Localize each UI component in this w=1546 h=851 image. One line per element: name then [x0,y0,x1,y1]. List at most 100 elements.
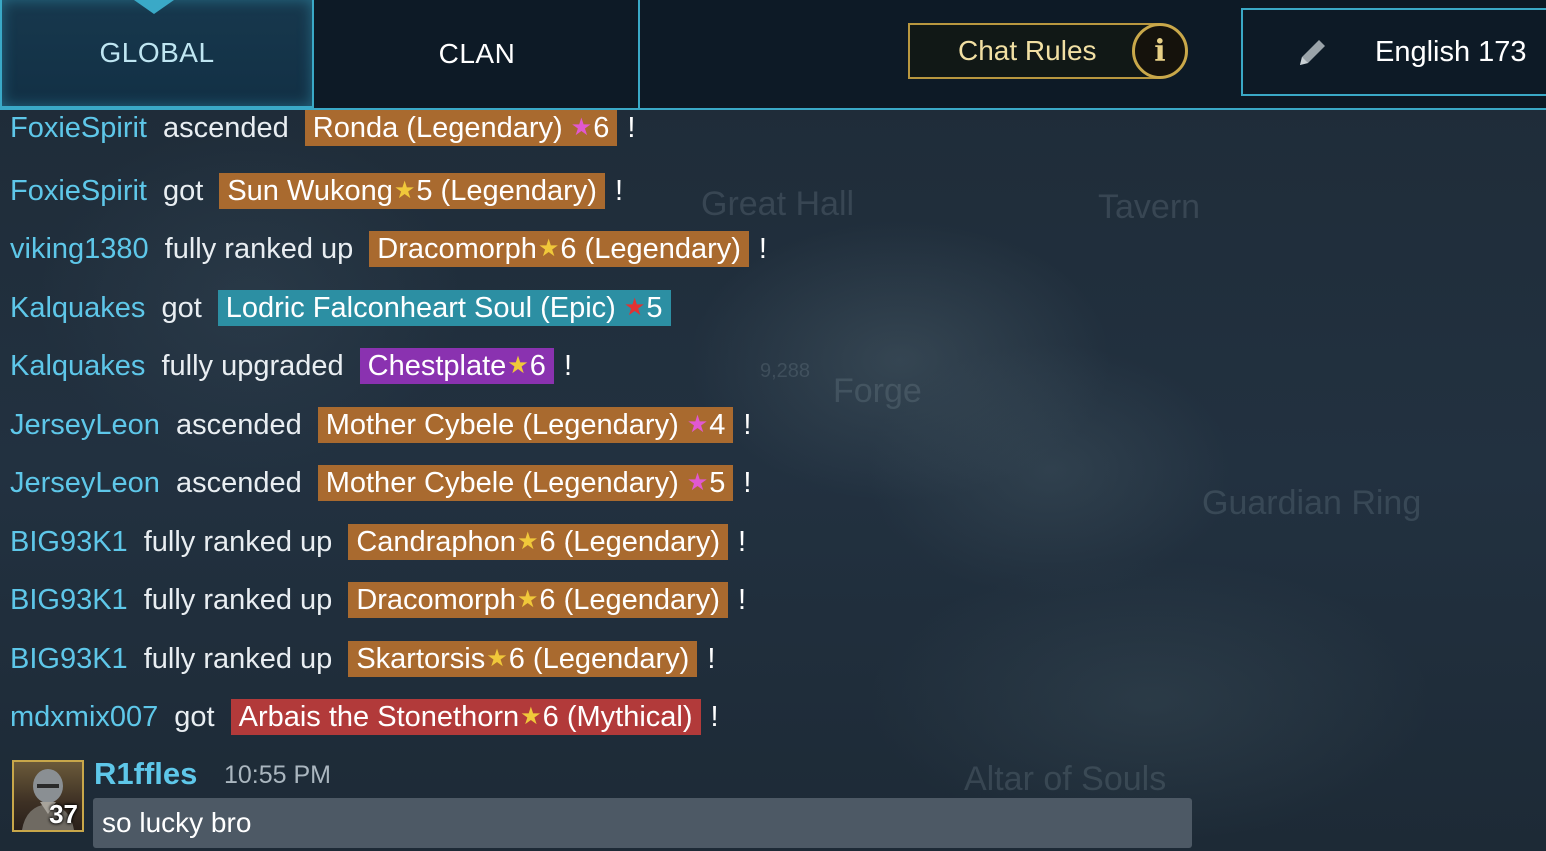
star-icon: ★ [623,294,646,321]
chat-message-row: Kalquakes fully upgraded Chestplate ★ 6! [10,346,572,386]
avatar[interactable]: 37 [12,760,84,832]
item-grade: 6 (Mythical) [542,701,693,733]
message-bubble: so lucky bro [93,798,1192,848]
star-icon: ★ [507,352,529,379]
item-grade: 5 [709,467,726,499]
exclamation-mark: ! [743,466,752,499]
chat-rules-label: Chat Rules [958,35,1097,66]
item-name: Arbais the Stonethorn [238,701,520,733]
chat-message-row: JerseyLeon ascended Mother Cybele (Legenda… [10,463,751,503]
item-grade: 5 (Legendary) [416,175,597,207]
chat-username[interactable]: FoxieSpirit [10,112,147,145]
chat-message-row: BIG93K1 fully ranked up Dracomorph ★ 6 (Lege… [10,580,746,620]
language-label: English 173 [1375,36,1527,68]
tab-clan[interactable]: CLAN [316,0,640,108]
chat-username[interactable]: BIG93K1 [10,584,128,617]
info-icon[interactable]: i [1132,23,1188,79]
active-tab-indicator [134,0,174,14]
chat-username[interactable]: JerseyLeon [10,467,160,500]
chat-action-text: ascended [163,111,289,144]
star-icon: ★ [686,411,709,438]
chat-message-row: JerseyLeon ascended Mother Cybele (Legenda… [10,405,751,445]
item-name: Dracomorph [356,584,516,616]
player-level: 37 [49,799,78,829]
star-icon: ★ [570,114,593,141]
item-badge[interactable]: Candraphon ★ 6 (Legendary) [348,524,729,560]
chat-feed[interactable]: FoxieSpirit ascended Ronda (Legendary) ★ 6! F… [0,110,1546,851]
item-name: Candraphon [356,526,516,558]
chat-username[interactable]: viking1380 [10,233,149,266]
exclamation-mark: ! [758,232,767,265]
item-grade: 4 [709,409,726,441]
item-badge[interactable]: Skartorsis ★ 6 (Legendary) [348,641,698,677]
chat-action-text: got [163,174,204,207]
exclamation-mark: ! [614,174,623,207]
item-badge[interactable]: Mother Cybele (Legendary) ★ 5 [317,465,734,501]
item-grade: 6 [529,350,546,382]
chat-username[interactable]: FoxieSpirit [10,175,147,208]
item-badge[interactable]: Sun Wukong ★ 5 (Legendary) [219,173,605,209]
chat-message-row: Kalquakes got Lodric Falconheart Soul (Epi… [10,288,671,328]
item-name: Mother Cybele (Legendary) [325,409,679,441]
exclamation-mark: ! [738,525,747,558]
chat-username[interactable]: BIG93K1 [10,526,128,559]
tab-global[interactable]: GLOBAL [0,0,314,108]
chat-username[interactable]: JerseyLeon [10,409,160,442]
message-timestamp: 10:55 PM [224,761,332,789]
chat-message-row: mdxmix007 got Arbais the Stonethorn ★ 6 (Myt… [10,697,719,737]
chat-action-text: got [161,291,202,324]
star-icon: ★ [486,645,508,672]
item-badge[interactable]: Lodric Falconheart Soul (Epic) ★ 5 [217,290,671,326]
chat-rules-button[interactable]: Chat Rules [908,23,1160,79]
star-icon: ★ [537,235,560,262]
item-name: Sun Wukong [227,175,393,207]
exclamation-mark: ! [743,408,752,441]
star-icon: ★ [393,177,416,204]
item-grade: 6 (Legendary) [539,526,721,558]
chat-action-text: ascended [175,466,302,499]
exclamation-mark: ! [710,700,719,733]
chat-action-text: fully ranked up [143,642,333,675]
item-badge[interactable]: Dracomorph ★ 6 (Legendary) [369,231,749,267]
item-name: Lodric Falconheart Soul (Epic) [225,292,616,324]
star-icon: ★ [520,703,542,730]
star-icon: ★ [516,586,539,613]
language-selector-button[interactable]: English 173 [1241,8,1546,96]
chat-message-row: FoxieSpirit ascended Ronda (Legendary) ★ 6! [10,110,635,148]
exclamation-mark: ! [627,111,636,144]
item-badge[interactable]: Chestplate ★ 6 [359,348,554,384]
tab-global-label: GLOBAL [99,37,215,68]
chat-message-row: FoxieSpirit got Sun Wukong ★ 5 (Legendary)! [10,171,623,211]
star-icon: ★ [686,469,709,496]
chat-action-text: got [174,700,215,733]
chat-action-text: fully ranked up [143,583,333,616]
exclamation-mark: ! [707,642,716,675]
tab-clan-label: CLAN [438,38,516,69]
chat-username[interactable]: BIG93K1 [10,643,128,676]
chat-header: GLOBAL CLAN Chat Rules i English 173 [0,0,1546,110]
item-name: Skartorsis [356,643,486,675]
item-name: Chestplate [367,350,507,382]
exclamation-mark: ! [737,583,747,616]
chat-message-row: BIG93K1 fully ranked up Skartorsis ★ 6 (Lege… [10,639,715,679]
item-grade: 6 (Legendary) [560,233,741,265]
message-text: so lucky bro [102,807,252,838]
chat-action-text: fully upgraded [161,349,344,382]
player-name[interactable]: R1ffles [94,756,197,792]
item-grade: 5 [646,292,663,324]
item-badge[interactable]: Ronda (Legendary) ★ 6 [304,110,618,146]
chat-username[interactable]: Kalquakes [10,350,145,383]
item-grade: 6 (Legendary) [539,584,720,616]
chat-username[interactable]: mdxmix007 [10,701,158,734]
item-badge[interactable]: Mother Cybele (Legendary) ★ 4 [317,407,734,443]
item-name: Mother Cybele (Legendary) [325,467,679,499]
chat-username[interactable]: Kalquakes [10,292,145,325]
star-icon: ★ [516,528,539,555]
item-badge[interactable]: Arbais the Stonethorn ★ 6 (Mythical) [230,699,701,735]
item-badge[interactable]: Dracomorph ★ 6 (Legendary) [348,582,728,618]
item-name: Dracomorph [377,233,537,265]
chat-action-text: ascended [175,408,302,441]
item-name: Ronda (Legendary) [312,112,563,144]
chat-action-text: fully ranked up [143,525,333,558]
chat-message-row: viking1380 fully ranked up Dracomorph ★ 6 (L… [10,229,767,269]
